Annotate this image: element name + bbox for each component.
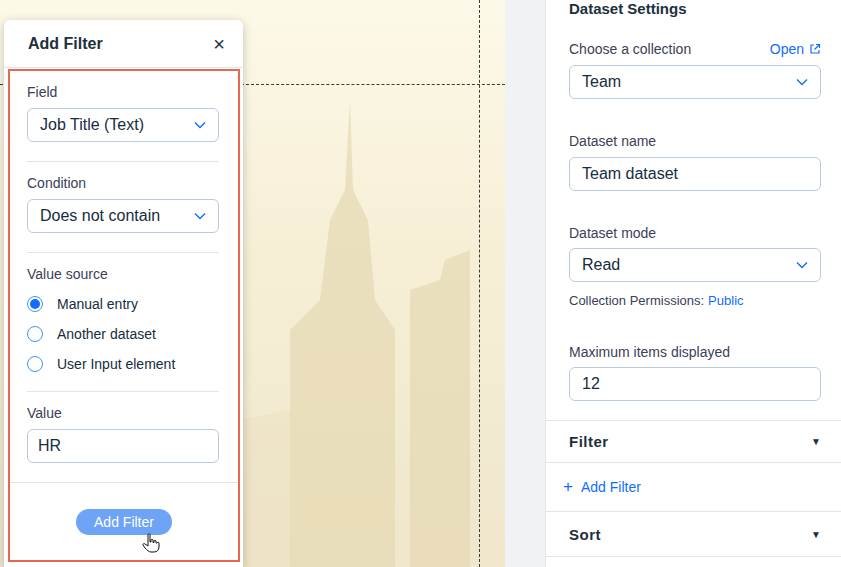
condition-value: Does not contain — [40, 207, 160, 225]
option-label: Another dataset — [57, 326, 156, 342]
dataset-name-label: Dataset name — [569, 133, 821, 149]
value-source-option[interactable]: Another dataset — [27, 319, 219, 349]
condition-dropdown[interactable]: Does not contain — [27, 199, 219, 233]
add-filter-label: Add Filter — [581, 479, 641, 495]
dataset-mode-dropdown[interactable]: Read — [569, 248, 821, 282]
collection-permissions: Collection Permissions: Public — [569, 293, 821, 309]
expand-arrow: ▼ — [811, 436, 821, 447]
settings-body: Dataset Settings Choose a collection Open T… — [546, 0, 841, 401]
value-label: Value — [27, 405, 219, 421]
option-label: User Input element — [57, 356, 175, 372]
field-label: Field — [27, 84, 219, 100]
chevron-down-icon — [194, 212, 206, 220]
field-dropdown[interactable]: Job Title (Text) — [27, 108, 219, 142]
condition-section: Condition Does not contain — [27, 162, 219, 253]
value-source-label: Value source — [27, 266, 219, 282]
option-label: Manual entry — [57, 296, 138, 312]
dataset-mode-value: Read — [582, 256, 620, 274]
external-link-icon — [809, 43, 821, 55]
dataset-settings-panel: Dataset Settings Choose a collection Open T… — [545, 0, 841, 567]
expand-arrow: ▼ — [811, 529, 821, 540]
filter-section-title: Filter — [569, 433, 609, 450]
collection-label: Choose a collection — [569, 41, 691, 57]
permissions-label: Collection Permissions: — [569, 293, 704, 308]
radio-dot — [30, 299, 40, 309]
collection-dropdown[interactable]: Team — [569, 65, 821, 99]
vertical-guide-line — [479, 0, 480, 567]
add-filter-panel: Add Filter × Field Job Title (Text) Conditio… — [4, 20, 243, 567]
panel-header: Add Filter × — [4, 20, 243, 68]
value-input[interactable]: HR — [27, 429, 219, 463]
value-source-option[interactable]: Manual entry — [27, 289, 219, 319]
panel-title: Add Filter — [28, 35, 103, 53]
max-items-input[interactable]: 12 — [569, 367, 821, 401]
value-source-option[interactable]: User Input element — [27, 349, 219, 379]
collection-value: Team — [582, 73, 621, 91]
add-filter-link[interactable]: + Add Filter — [546, 462, 841, 511]
max-items-label: Maximum items displayed — [569, 344, 821, 360]
radio-button[interactable] — [27, 356, 43, 372]
open-link-text: Open — [770, 41, 804, 57]
chevron-down-icon — [796, 78, 808, 86]
filter-form: Field Job Title (Text) Condition Does not c… — [8, 69, 240, 562]
field-value: Job Title (Text) — [40, 116, 144, 134]
permissions-link[interactable]: Public — [708, 293, 743, 308]
sort-section-header[interactable]: Sort ▼ — [546, 511, 841, 557]
filter-section-header[interactable]: Filter ▼ — [546, 420, 841, 462]
close-button[interactable]: × — [213, 34, 225, 54]
chevron-down-icon — [194, 121, 206, 129]
open-link[interactable]: Open — [770, 41, 821, 57]
field-section: Field Job Title (Text) — [27, 71, 219, 162]
sort-section-title: Sort — [569, 526, 601, 543]
button-area: Add Filter — [10, 483, 238, 560]
radio-button[interactable] — [27, 296, 43, 312]
condition-label: Condition — [27, 175, 219, 191]
value-source-section: Value source Manual entry Another dataset U… — [27, 253, 219, 392]
hand-cursor-icon — [142, 533, 160, 553]
dataset-mode-label: Dataset mode — [569, 225, 821, 241]
editor-canvas: Add Filter × Field Job Title (Text) Conditio… — [0, 0, 545, 567]
collection-label-row: Choose a collection Open — [569, 41, 821, 57]
value-section: Value HR — [10, 392, 238, 483]
add-filter-button[interactable]: Add Filter — [76, 509, 172, 535]
settings-title: Dataset Settings — [569, 0, 821, 17]
radio-button[interactable] — [27, 326, 43, 342]
dataset-name-input[interactable]: Team dataset — [569, 157, 821, 191]
plus-icon: + — [563, 477, 573, 497]
chevron-down-icon — [796, 261, 808, 269]
